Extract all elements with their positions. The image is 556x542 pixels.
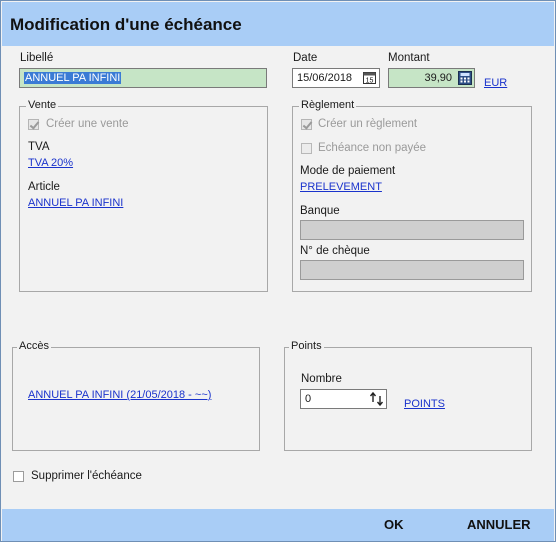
- create-sale-label: Créer une vente: [46, 118, 129, 130]
- footer-bar: OK ANNULER: [2, 509, 554, 541]
- vente-legend: Vente: [26, 99, 59, 111]
- cheque-input[interactable]: [300, 260, 524, 280]
- libelle-input[interactable]: ANNUEL PA INFINI: [19, 68, 267, 88]
- montant-value: 39,90: [424, 72, 452, 84]
- tva-label: TVA: [28, 141, 50, 153]
- title-bar: Modification d'une échéance: [2, 2, 554, 46]
- spinner-icon[interactable]: [369, 391, 385, 407]
- nombre-label: Nombre: [301, 373, 342, 385]
- ok-button[interactable]: OK: [384, 517, 404, 532]
- bank-label: Banque: [300, 205, 340, 217]
- libelle-label: Libellé: [20, 52, 54, 64]
- currency-link[interactable]: EUR: [484, 77, 507, 89]
- calendar-icon[interactable]: 15: [362, 70, 378, 86]
- montant-label: Montant: [388, 52, 430, 64]
- cancel-button[interactable]: ANNULER: [467, 517, 531, 532]
- delete-checkbox[interactable]: [13, 471, 24, 482]
- points-legend: Points: [289, 340, 324, 352]
- article-link[interactable]: ANNUEL PA INFINI: [28, 197, 123, 209]
- dialog-window: Modification d'une échéance Libellé ANNU…: [0, 0, 556, 542]
- dialog-title: Modification d'une échéance: [10, 15, 242, 34]
- create-payment-checkbox[interactable]: [301, 119, 312, 130]
- svg-text:15: 15: [366, 78, 374, 85]
- points-link[interactable]: POINTS: [404, 398, 445, 410]
- date-label: Date: [293, 52, 318, 64]
- tva-link[interactable]: TVA 20%: [28, 157, 73, 169]
- create-payment-label: Créer un règlement: [318, 118, 418, 130]
- nombre-value: 0: [305, 393, 312, 405]
- payment-mode-label: Mode de paiement: [300, 165, 396, 177]
- libelle-value: ANNUEL PA INFINI: [24, 72, 122, 84]
- calculator-icon[interactable]: [457, 70, 473, 86]
- unpaid-checkbox[interactable]: [301, 143, 312, 154]
- reglement-legend: Règlement: [299, 99, 357, 111]
- unpaid-label: Echéance non payée: [318, 142, 427, 154]
- acces-link[interactable]: ANNUEL PA INFINI (21/05/2018 - ~~): [28, 389, 211, 401]
- bank-input[interactable]: [300, 220, 524, 240]
- article-label: Article: [28, 181, 60, 193]
- date-value: 15/06/2018: [297, 72, 353, 84]
- cheque-label: N° de chèque: [300, 245, 370, 257]
- payment-mode-link[interactable]: PRELEVEMENT: [300, 181, 382, 193]
- create-sale-checkbox[interactable]: [28, 119, 39, 130]
- delete-label: Supprimer l'échéance: [31, 470, 142, 482]
- acces-legend: Accès: [17, 340, 51, 352]
